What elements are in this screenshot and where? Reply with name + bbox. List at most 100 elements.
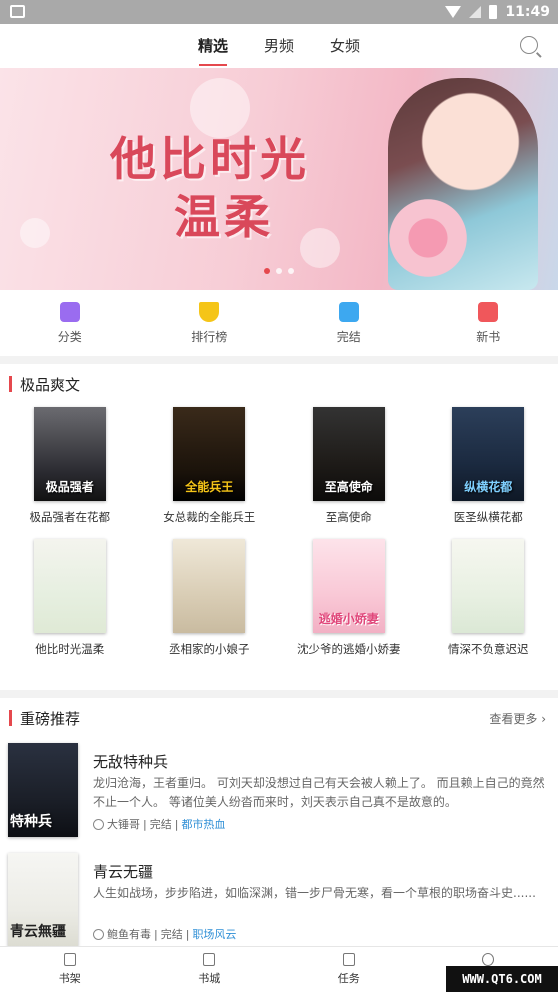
bottom-tab-bookshelf[interactable]: 书架 — [0, 947, 140, 992]
book-title: 无敌特种兵 — [93, 753, 169, 771]
book-title: 情深不负意迟迟 — [448, 642, 529, 656]
book-title: 极品强者在花都 — [29, 510, 111, 524]
nav-finished-label: 完结 — [336, 330, 361, 344]
nav-finished[interactable]: 完结 — [279, 290, 419, 356]
battery-icon — [489, 5, 498, 19]
promo-banner[interactable]: 他比时光 温柔 — [0, 68, 558, 290]
author-icon — [93, 928, 104, 940]
nav-ranking-label: 排行榜 — [191, 330, 228, 344]
nav-new-books-label: 新书 — [476, 330, 501, 344]
bottom-tab-tasks[interactable]: 任务 — [279, 947, 419, 992]
book-cover: 青云無疆 — [8, 853, 78, 947]
book-card[interactable]: 情深不负意迟迟 — [419, 539, 558, 657]
carousel-dot[interactable] — [264, 268, 270, 274]
book-cover — [33, 539, 106, 633]
screenshot-icon — [10, 5, 25, 18]
book-card[interactable]: 全能兵王 女总裁的全能兵王 — [140, 407, 280, 525]
profile-icon — [482, 953, 495, 966]
list-item[interactable]: 特种兵 无敌特种兵 龙归沧海，王者重归。 可刘天却没想过自己有天会被人赖上了。 … — [0, 743, 558, 855]
meta-separator: | — [174, 817, 179, 831]
carousel-dots — [264, 268, 294, 274]
book-card[interactable]: 极品强者 极品强者在花都 — [0, 407, 140, 525]
book-meta: 鲍鱼有毒 | 完结 | 职场风云 — [93, 926, 236, 942]
book-title: 至高使命 — [325, 510, 372, 524]
tab-female[interactable]: 女频 — [330, 24, 360, 68]
bottom-tab-label: 书架 — [58, 972, 81, 985]
see-more-link[interactable]: 查看更多 › — [489, 710, 546, 727]
cover-title: 逃婚小娇妻 — [318, 612, 379, 626]
cover-title: 至高使命 — [324, 480, 373, 494]
book-title: 青云无疆 — [93, 863, 154, 881]
author-icon — [93, 818, 104, 830]
book-card[interactable]: 至高使命 至高使命 — [279, 407, 419, 525]
flower-decoration — [190, 78, 250, 138]
book-cover: 逃婚小娇妻 — [312, 539, 385, 633]
author-name: 鲍鱼有毒 — [107, 928, 151, 941]
book-title: 沈少爷的逃婚小娇妻 — [297, 642, 401, 656]
book-cover: 全能兵王 — [173, 407, 246, 501]
cover-title: 特种兵 — [10, 814, 52, 830]
book-title: 女总裁的全能兵王 — [163, 510, 256, 524]
book-card[interactable]: 丞相家的小娘子 — [140, 539, 280, 657]
carousel-dot[interactable] — [276, 268, 282, 274]
task-icon — [342, 953, 355, 966]
book-icon — [478, 302, 499, 322]
section-header-premium: 极品爽文 — [0, 364, 558, 404]
tab-male[interactable]: 男频 — [264, 24, 294, 68]
bag-icon — [59, 302, 80, 322]
wifi-icon — [445, 6, 462, 18]
search-icon[interactable] — [520, 36, 538, 54]
book-meta: 大锤哥 | 完结 | 都市热血 — [93, 816, 225, 832]
quick-nav: 分类 排行榜 完结 新书 — [0, 290, 558, 356]
meta-separator: | — [143, 817, 147, 831]
book-grid: 极品强者 极品强者在花都 全能兵王 女总裁的全能兵王 至高使命 至高使命 纵横花… — [0, 407, 558, 657]
book-title: 丞相家的小娘子 — [169, 642, 250, 656]
banner-title: 他比时光 温柔 — [110, 130, 310, 246]
book-card[interactable]: 纵横花都 医圣纵横花都 — [419, 407, 558, 525]
top-header: 精选 男频 女频 — [0, 24, 558, 68]
book-cover: 特种兵 — [8, 743, 78, 837]
book-title: 医圣纵横花都 — [453, 510, 523, 524]
flowers-illustration — [388, 188, 468, 288]
see-more-label: 查看更多 — [489, 712, 538, 726]
trophy-icon — [199, 302, 220, 322]
section-accent-bar — [9, 710, 12, 726]
cover-title: 纵横花都 — [464, 480, 513, 494]
section-title: 重磅推荐 — [20, 710, 81, 728]
section-accent-bar — [9, 376, 12, 392]
petal-decoration — [20, 218, 50, 248]
tab-featured[interactable]: 精选 — [198, 24, 228, 68]
book-cover — [452, 539, 525, 633]
nav-new-books[interactable]: 新书 — [419, 290, 558, 356]
book-description: 龙归沧海，王者重归。 可刘天却没想过自己有天会被人赖上了。 而且赖上自己的竟然不… — [93, 776, 545, 809]
section-title: 极品爽文 — [20, 376, 81, 394]
cover-title: 全能兵王 — [185, 480, 234, 494]
book-description: 人生如战场，步步陷进，如临深渊，错一步尸骨无寒，看一个草根的职场奋斗史.....… — [93, 886, 536, 900]
book-genre[interactable]: 职场风云 — [192, 926, 236, 942]
book-card[interactable]: 逃婚小娇妻 沈少爷的逃婚小娇妻 — [279, 539, 419, 657]
nav-category[interactable]: 分类 — [0, 290, 140, 356]
bottom-tab-label: 任务 — [337, 972, 360, 985]
book-status: 完结 — [160, 928, 183, 941]
divider — [0, 356, 558, 364]
book-title: 他比时光温柔 — [35, 642, 105, 656]
meta-separator: | — [185, 927, 190, 941]
book-status: 完结 — [149, 818, 172, 831]
cover-title: 极品强者 — [45, 480, 94, 494]
nav-ranking[interactable]: 排行榜 — [140, 290, 280, 356]
book-card[interactable]: 他比时光温柔 — [0, 539, 140, 657]
status-bar: 11:49 — [0, 0, 558, 24]
bottom-tab-bookstore[interactable]: 书城 — [140, 947, 280, 992]
nav-category-label: 分类 — [57, 330, 82, 344]
home-icon — [203, 953, 216, 966]
divider — [0, 690, 558, 698]
book-genre[interactable]: 都市热血 — [181, 816, 225, 832]
author-name: 大锤哥 — [107, 818, 140, 831]
box-icon — [338, 302, 359, 322]
book-cover: 极品强者 — [33, 407, 106, 501]
watermark: WWW.QT6.COM — [446, 966, 558, 992]
channel-tabs: 精选 男频 女频 — [0, 24, 558, 68]
signal-icon — [469, 6, 482, 18]
carousel-dot[interactable] — [288, 268, 294, 274]
book-cover — [173, 539, 246, 633]
